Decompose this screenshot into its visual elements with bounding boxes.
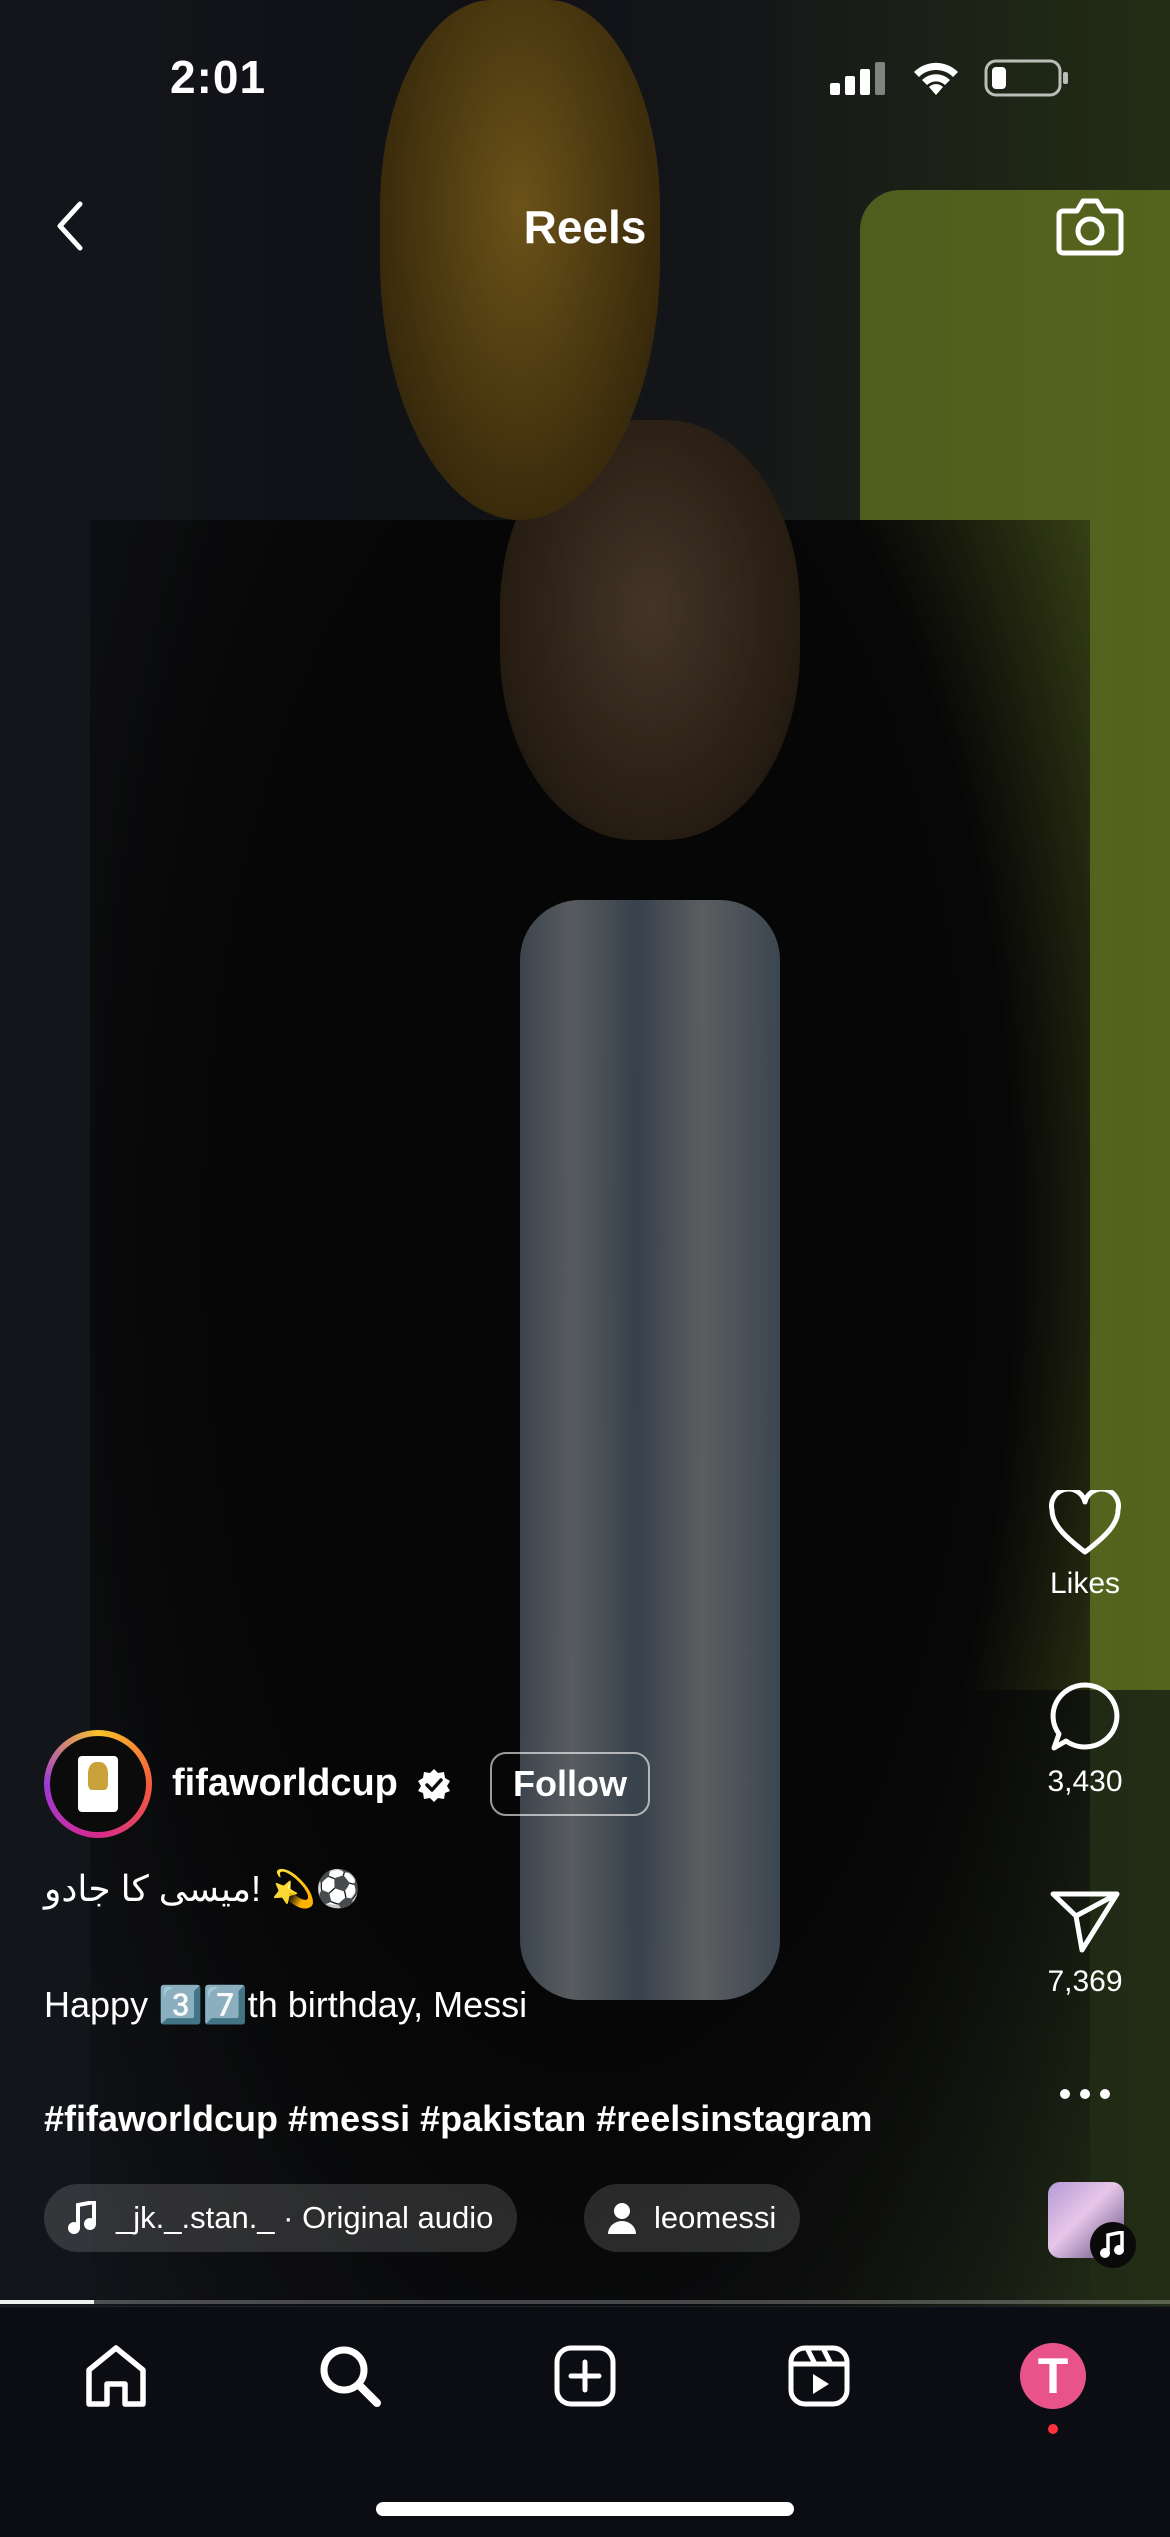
- music-note-badge: [1090, 2222, 1136, 2268]
- tagged-user-pill[interactable]: leomessi: [584, 2184, 801, 2252]
- caption-line-1: میسی کا جادو! 💫⚽: [44, 1868, 361, 1909]
- battery-icon: [984, 59, 1068, 97]
- comments-count: 3,430: [1047, 1765, 1123, 1798]
- comment-icon: [1050, 1682, 1120, 1751]
- comment-button[interactable]: 3,430: [1040, 1680, 1130, 1799]
- hashtags[interactable]: #fifaworldcup #messi #pakistan #reelsins…: [44, 2098, 872, 2140]
- notification-dot: [1048, 2424, 1058, 2434]
- wifi-icon: [914, 62, 958, 95]
- like-button[interactable]: Likes: [1040, 1486, 1130, 1601]
- camera-icon: [1056, 198, 1124, 256]
- camera-button[interactable]: [1050, 188, 1130, 264]
- verified-badge-icon: [418, 1769, 450, 1802]
- home-indicator[interactable]: [376, 2502, 794, 2516]
- reels-icon: [788, 2345, 850, 2407]
- nav-create[interactable]: [545, 2336, 625, 2416]
- follow-button[interactable]: Follow: [490, 1752, 650, 1816]
- music-note-icon: [68, 2201, 96, 2234]
- playback-progress-fill: [0, 2300, 94, 2304]
- nav-profile[interactable]: T: [1013, 2336, 1093, 2416]
- nav-search[interactable]: [310, 2336, 390, 2416]
- cellular-signal-icon: [830, 62, 885, 95]
- more-horizontal-icon: [1060, 2089, 1110, 2099]
- home-icon: [86, 2345, 146, 2407]
- audio-pill[interactable]: _jk._.stan._ · Original audio: [44, 2184, 518, 2252]
- search-icon: [320, 2346, 381, 2407]
- audio-label: _jk._.stan._ · Original audio: [116, 2200, 494, 2235]
- share-button[interactable]: 7,369: [1040, 1888, 1130, 1999]
- avatar-inner: [50, 1736, 146, 1832]
- fifa-logo-icon: [78, 1756, 118, 1812]
- status-time: 2:01: [170, 51, 267, 103]
- person-icon: [608, 2203, 636, 2234]
- playback-progress-track[interactable]: [0, 2300, 1170, 2304]
- video-overlay: [0, 0, 1170, 2306]
- account-avatar[interactable]: [44, 1730, 152, 1838]
- page-title: Reels: [523, 201, 647, 253]
- shares-count: 7,369: [1047, 1965, 1123, 1998]
- username[interactable]: fifaworldcup: [172, 1762, 398, 1805]
- caption-line-2: Happy 3️⃣7️⃣th birthday, Messi: [44, 1984, 528, 2025]
- heart-icon: [1049, 1486, 1121, 1555]
- nav-reels[interactable]: [779, 2336, 859, 2416]
- nav-home[interactable]: [76, 2336, 156, 2416]
- tagged-user-label: leomessi: [654, 2200, 777, 2235]
- likes-label: Likes: [1049, 1567, 1121, 1600]
- paper-plane-icon: [1050, 1891, 1120, 1953]
- music-note-icon: [1100, 2231, 1124, 2258]
- more-button[interactable]: [1040, 2084, 1130, 2109]
- status-icons: [828, 58, 1070, 98]
- profile-avatar: T: [1020, 2343, 1086, 2409]
- create-icon: [554, 2345, 616, 2407]
- reel-video[interactable]: [0, 0, 1170, 2306]
